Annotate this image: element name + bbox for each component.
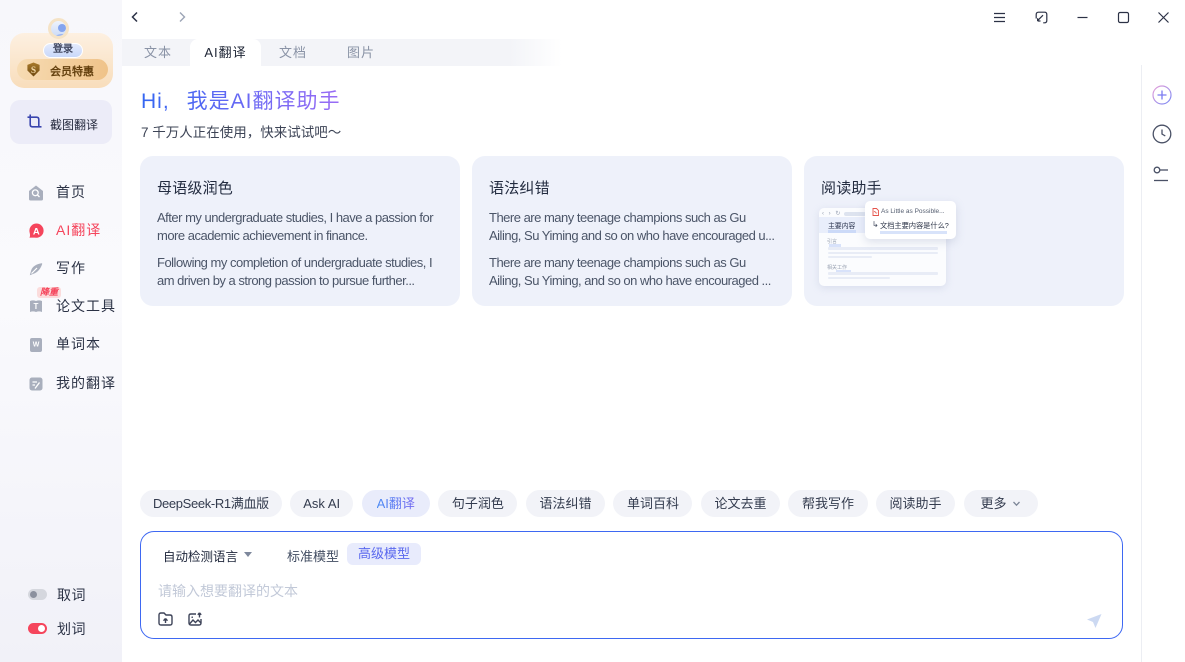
svg-text:T: T	[34, 302, 39, 311]
svg-text:S: S	[31, 66, 36, 76]
svg-text:A: A	[33, 227, 40, 238]
svg-text:W: W	[33, 342, 40, 349]
